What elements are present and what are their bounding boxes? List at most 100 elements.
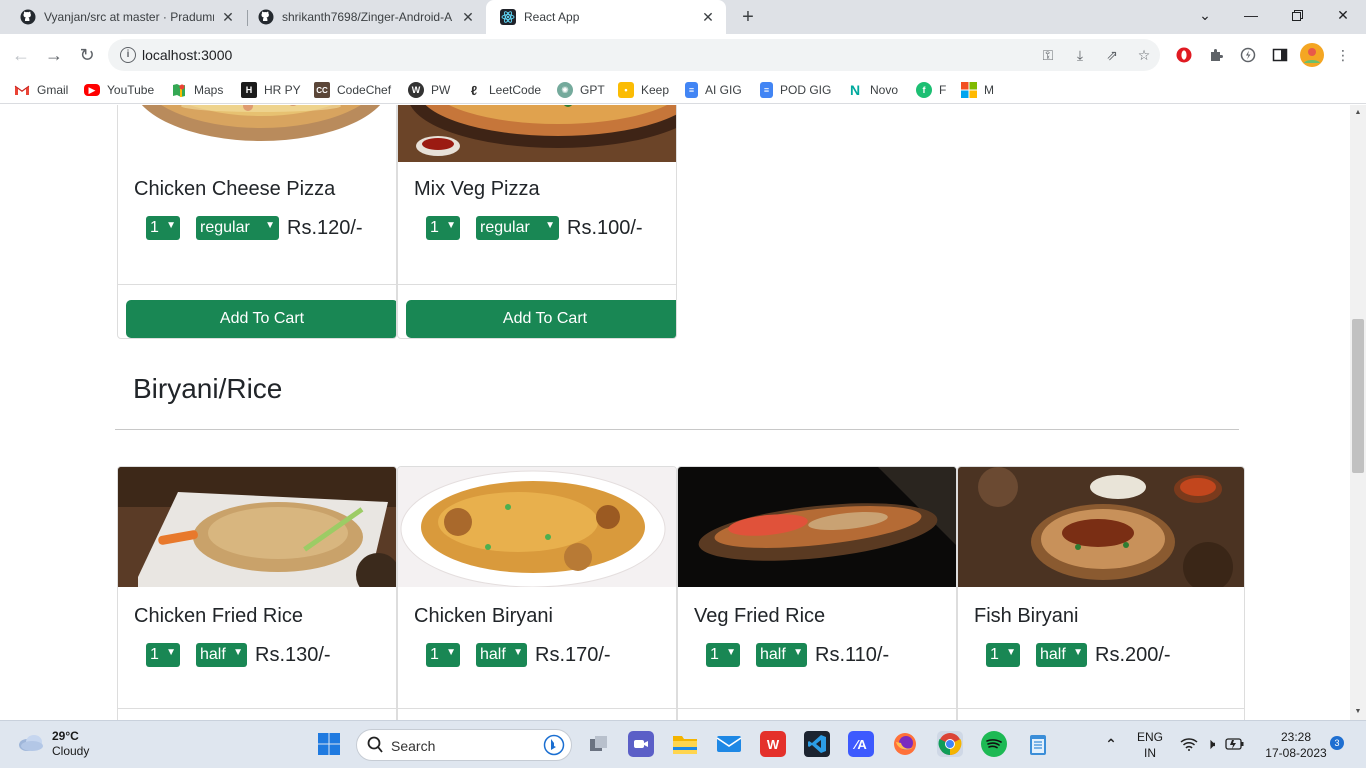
minimize-icon[interactable]: — <box>1228 0 1274 30</box>
bookmark-youtube[interactable]: ▶ YouTube <box>84 81 154 99</box>
page-scrollbar[interactable]: ▲ ▼ <box>1350 105 1366 720</box>
windows-start-icon[interactable] <box>316 731 342 757</box>
size-select[interactable]: half ▼ <box>1036 643 1087 667</box>
quantity-select[interactable]: 1 ▼ <box>426 216 460 240</box>
kebab-menu-icon[interactable]: ⋮ <box>1334 46 1352 64</box>
chevron-down-icon: ▼ <box>446 647 456 658</box>
food-card: Chicken Biryani 1 ▼ half ▼ Rs.170/- <box>397 466 677 720</box>
performance-icon[interactable] <box>1239 46 1257 64</box>
bookmarks-bar: Gmail ▶ YouTube Maps H HR PY CC CodeChef WP… <box>0 76 1366 104</box>
close-window-icon[interactable]: ✕ <box>1320 0 1366 30</box>
bookmark-novo[interactable]: N Novo <box>847 81 898 99</box>
address-bar[interactable]: i localhost:3000 ⚿ ⤓ ⇗ ☆ <box>108 39 1160 71</box>
bookmark-ai-gig[interactable]: ≡ AI GIG <box>685 81 742 99</box>
tab-title: shrikanth7698/Zinger-Android-A <box>282 10 453 24</box>
react-icon <box>500 9 516 25</box>
tab-react-app[interactable]: React App ✕ <box>486 0 726 34</box>
quantity-select[interactable]: 1 ▼ <box>146 216 180 240</box>
bookmark-gmail[interactable]: Gmail <box>14 81 68 99</box>
tab-search-chevron-icon[interactable]: ⌄ <box>1182 0 1228 30</box>
language-indicator[interactable]: ENG IN <box>1135 729 1165 761</box>
food-image-chicken-fried-rice <box>118 467 396 587</box>
site-info-icon[interactable]: i <box>120 47 136 63</box>
bookmark-maps[interactable]: Maps <box>171 81 223 99</box>
size-select[interactable]: half ▼ <box>756 643 807 667</box>
bookmark-hr-py[interactable]: H HR PY <box>241 81 301 99</box>
notepad-icon[interactable] <box>1025 731 1051 757</box>
food-name: Chicken Cheese Pizza <box>134 178 336 200</box>
size-select[interactable]: half ▼ <box>196 643 247 667</box>
key-icon[interactable]: ⚿ <box>1040 47 1056 63</box>
quantity-select[interactable]: 1 ▼ <box>986 643 1020 667</box>
bookmark-gpt[interactable]: ✺ GPT <box>557 81 605 99</box>
chrome-icon[interactable] <box>937 731 963 757</box>
add-to-cart-button[interactable]: Add To Cart <box>126 300 396 338</box>
profile-avatar[interactable] <box>1300 43 1324 67</box>
food-options: 1 ▼ regular ▼ Rs.120/- <box>146 216 363 240</box>
restore-icon[interactable] <box>1274 0 1320 30</box>
scrollbar-thumb[interactable] <box>1352 319 1364 473</box>
url-text[interactable]: localhost:3000 <box>142 47 232 63</box>
bookmark-codechef[interactable]: CC CodeChef <box>314 81 391 99</box>
share-icon[interactable]: ⇗ <box>1104 47 1120 63</box>
food-price: Rs.130/- <box>255 643 331 666</box>
spotify-icon[interactable] <box>981 731 1007 757</box>
taskbar-search[interactable]: Search <box>356 729 572 761</box>
bookmark-label: M <box>984 83 994 97</box>
tab-zinger[interactable]: shrikanth7698/Zinger-Android-A ✕ <box>238 0 486 34</box>
size-select[interactable]: half ▼ <box>476 643 527 667</box>
bookmark-leetcode[interactable]: ℓ LeetCode <box>466 81 541 99</box>
new-tab-plus-icon[interactable]: + <box>738 7 758 27</box>
clock[interactable]: 23:28 17-08-2023 <box>1256 729 1336 761</box>
card-divider <box>118 284 396 285</box>
quantity-select[interactable]: 1 ▼ <box>706 643 740 667</box>
maps-icon <box>171 82 187 98</box>
teams-chat-icon[interactable] <box>628 731 654 757</box>
battery-icon[interactable] <box>1222 731 1248 757</box>
install-app-icon[interactable]: ⤓ <box>1072 47 1088 63</box>
chevron-down-icon: ▼ <box>1073 647 1083 658</box>
scroll-up-arrow-icon[interactable]: ▲ <box>1354 109 1362 117</box>
show-hidden-icons-chevron-icon[interactable]: ⌃ <box>1098 731 1124 757</box>
bookmark-f[interactable]: fF <box>916 81 946 99</box>
file-explorer-icon[interactable] <box>672 731 698 757</box>
size-select[interactable]: regular ▼ <box>476 216 559 240</box>
reload-icon[interactable]: ↻ <box>76 44 98 66</box>
bookmark-pw[interactable]: W PW <box>408 81 450 99</box>
back-arrow-icon[interactable]: ← <box>10 44 32 66</box>
extensions-puzzle-icon[interactable] <box>1207 46 1225 64</box>
bookmark-keep[interactable]: • Keep <box>618 81 669 99</box>
mail-icon[interactable] <box>716 731 742 757</box>
chevron-down-icon: ▼ <box>166 220 176 231</box>
microsoft-icon <box>961 82 977 98</box>
quantity-select[interactable]: 1 ▼ <box>426 643 460 667</box>
task-view-icon[interactable] <box>586 731 612 757</box>
close-icon[interactable]: ✕ <box>700 9 716 25</box>
food-name: Mix Veg Pizza <box>414 178 540 200</box>
bookmark-star-icon[interactable]: ☆ <box>1136 47 1152 63</box>
notification-badge[interactable]: 3 <box>1330 736 1344 750</box>
food-card: Chicken Fried Rice 1 ▼ half ▼ Rs.130/- <box>117 466 397 720</box>
close-icon[interactable]: ✕ <box>460 9 476 25</box>
tab-vyanjan[interactable]: Vyanjan/src at master · Pradumn ✕ <box>0 0 246 34</box>
close-icon[interactable]: ✕ <box>220 9 236 25</box>
docs-icon: ≡ <box>685 82 698 98</box>
forward-arrow-icon[interactable]: → <box>43 44 65 66</box>
weather-widget[interactable]: 29°C Cloudy <box>18 729 89 759</box>
firefox-icon[interactable] <box>892 731 918 757</box>
opera-extension-icon[interactable] <box>1175 46 1193 64</box>
bookmark-label: YouTube <box>107 83 155 97</box>
card-divider <box>958 708 1244 709</box>
side-panel-icon[interactable] <box>1271 46 1289 64</box>
size-value: half <box>1040 646 1066 663</box>
add-to-cart-button[interactable]: Add To Cart <box>406 300 676 338</box>
app-icon[interactable]: ⁄A <box>848 731 874 757</box>
bookmark-pod-gig[interactable]: ≡ POD GIG <box>760 81 831 99</box>
volume-icon[interactable]: 🕨 <box>1198 731 1224 757</box>
size-select[interactable]: regular ▼ <box>196 216 279 240</box>
wps-office-icon[interactable]: W <box>760 731 786 757</box>
vscode-icon[interactable] <box>804 731 830 757</box>
scroll-down-arrow-icon[interactable]: ▼ <box>1354 708 1362 716</box>
bookmark-m[interactable]: M <box>961 81 994 99</box>
quantity-select[interactable]: 1 ▼ <box>146 643 180 667</box>
